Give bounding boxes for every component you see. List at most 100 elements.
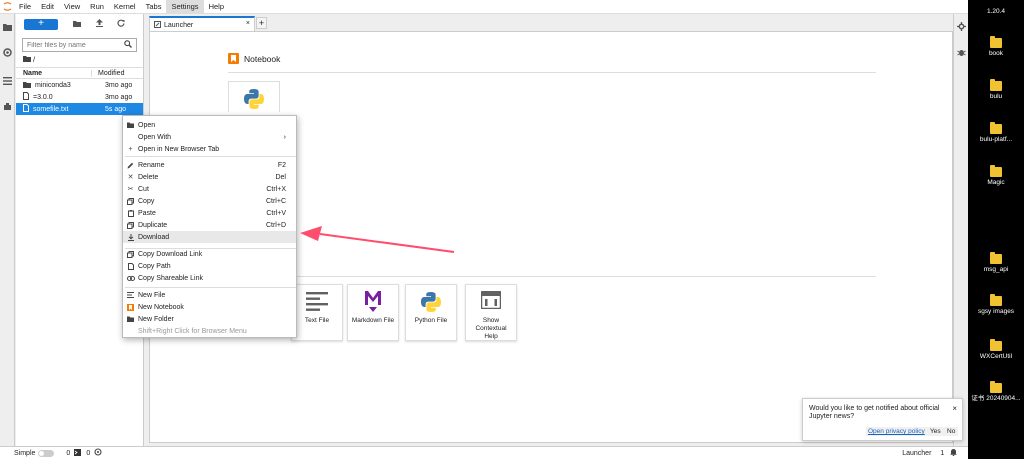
menu-item-open[interactable]: Open [123, 119, 296, 131]
jupyter-logo-icon [0, 0, 14, 14]
file-browser-toolbar: + [16, 14, 143, 34]
python-notebook-card[interactable] [228, 81, 280, 112]
menu-item-label: Open With [138, 133, 172, 141]
simple-mode-toggle[interactable] [38, 449, 55, 457]
menu-item-open-with[interactable]: Open With › [123, 131, 296, 143]
copy-icon [123, 197, 138, 205]
menu-item-rename[interactable]: Rename F2 [123, 159, 296, 171]
bell-icon[interactable] [950, 448, 958, 458]
folder-icon[interactable] [3, 22, 12, 31]
menu-item-new-file[interactable]: New File [123, 289, 296, 301]
column-name[interactable]: Name [16, 70, 91, 77]
tab-close-icon[interactable]: × [246, 20, 250, 27]
tab-label: Launcher [164, 21, 194, 29]
extension-icon[interactable] [3, 102, 12, 111]
desktop-icon-bulu-platf[interactable]: bulu-platf... [968, 122, 1024, 143]
menu-item-duplicate[interactable]: Duplicate Ctrl+D [123, 219, 296, 231]
terminal-icon [74, 448, 82, 458]
folder-icon [990, 252, 1002, 264]
settings-icon[interactable] [94, 448, 102, 458]
menu-tabs[interactable]: Tabs [141, 0, 167, 14]
debugger-icon[interactable] [957, 48, 966, 59]
upload-icon[interactable] [88, 19, 110, 29]
desktop-icon-label: bulu-platf... [979, 136, 1013, 143]
file-row-somefile[interactable]: somefile.txt 5s ago [16, 103, 143, 115]
notification-message: Would you like to get notified about off… [809, 405, 940, 420]
menu-item-copy-shareable-link[interactable]: Copy Shareable Link [123, 272, 296, 284]
desktop-icon-certificate[interactable]: 证书 20240904... [968, 381, 1024, 402]
plus-icon: + [128, 145, 133, 153]
card-label: Markdown File [351, 317, 395, 324]
text-file-card[interactable]: Text File [291, 284, 343, 341]
new-launcher-button[interactable]: + [24, 18, 58, 30]
menu-item-delete[interactable]: ✕ Delete Del [123, 171, 296, 183]
desktop-icon-magic[interactable]: Magic [968, 165, 1024, 186]
menu-item-open-new-tab[interactable]: + Open in New Browser Tab [123, 143, 296, 155]
close-icon: ✕ [127, 174, 134, 181]
folder-icon [990, 79, 1002, 91]
close-icon[interactable]: × [952, 404, 957, 413]
folder-icon [123, 122, 138, 128]
menu-edit[interactable]: Edit [36, 0, 59, 14]
menu-item-label: Rename [138, 161, 165, 169]
menu-help[interactable]: Help [204, 0, 229, 14]
python-logo-icon [406, 291, 456, 313]
folder-icon [123, 316, 138, 322]
menu-item-label: Copy Download Link [138, 250, 203, 258]
file-row-miniconda3[interactable]: miniconda3 3mo ago [16, 79, 143, 91]
menu-item-new-folder[interactable]: New Folder [123, 313, 296, 325]
menu-item-download[interactable]: Download [123, 231, 296, 243]
annotation-arrow [300, 226, 455, 253]
file-row-3-0-0[interactable]: =3.0.0 3mo ago [16, 91, 143, 103]
menu-item-paste[interactable]: Paste Ctrl+V [123, 207, 296, 219]
desktop-icon-msg-api[interactable]: msg_api [968, 252, 1024, 273]
menu-separator [125, 156, 296, 157]
new-folder-icon[interactable] [66, 20, 88, 29]
desktop-icon-version[interactable]: 1.20.4 [968, 8, 1024, 15]
yes-button[interactable]: Yes [927, 427, 944, 436]
menu-item-cut[interactable]: ✂ Cut Ctrl+X [123, 183, 296, 195]
desktop-icon-wxcertutil[interactable]: WXCertUtil [968, 339, 1024, 360]
status-bar: Simple 0 0 Launcher 1 [0, 446, 968, 459]
desktop-icon-book[interactable]: book [968, 36, 1024, 57]
menu-item-copy-path[interactable]: Copy Path [123, 260, 296, 272]
menu-file[interactable]: File [14, 0, 36, 14]
markdown-icon [348, 291, 398, 313]
refresh-icon[interactable] [110, 19, 132, 29]
menu-item-copy[interactable]: Copy Ctrl+C [123, 195, 296, 207]
running-icon[interactable] [3, 48, 12, 57]
text-file-icon [123, 292, 138, 298]
python-file-card[interactable]: Python File [405, 284, 457, 341]
menu-item-shortcut: Ctrl+D [265, 221, 286, 229]
desktop-icon-label: 证书 20240904... [971, 395, 1021, 402]
menu-settings[interactable]: Settings [166, 0, 204, 14]
menu-kernel[interactable]: Kernel [109, 0, 141, 14]
property-inspector-icon[interactable] [957, 22, 966, 33]
breadcrumb[interactable]: / [16, 52, 143, 66]
add-tab-button[interactable]: + [256, 17, 267, 29]
tab-launcher[interactable]: Launcher × [149, 16, 255, 32]
contextual-help-card[interactable]: Show Contextual Help [465, 284, 517, 341]
menu-run[interactable]: Run [85, 0, 109, 14]
folder-icon [990, 294, 1002, 306]
column-modified[interactable]: Modified [91, 69, 143, 77]
desktop-icon-sgsy-images[interactable]: sgsy images [968, 294, 1024, 315]
privacy-policy-link[interactable]: Open privacy policy [866, 427, 927, 436]
toc-icon[interactable] [3, 76, 12, 85]
card-label: Python File [414, 317, 448, 324]
file-filter-field[interactable] [22, 38, 137, 52]
menu-item-copy-download-link[interactable]: Copy Download Link [123, 248, 296, 260]
menu-item-label: New Notebook [138, 303, 184, 311]
markdown-file-card[interactable]: Markdown File [347, 284, 399, 341]
simple-mode-label: Simple [14, 449, 36, 457]
search-input[interactable] [27, 41, 117, 49]
no-button[interactable]: No [944, 427, 959, 436]
section-divider [228, 276, 876, 277]
breadcrumb-root[interactable]: / [33, 55, 35, 64]
file-icon [23, 92, 29, 102]
desktop-icon-bulu[interactable]: bulu [968, 79, 1024, 100]
menu-view[interactable]: View [59, 0, 85, 14]
menu-item-new-notebook[interactable]: New Notebook [123, 301, 296, 313]
menu-item-label: Cut [138, 185, 149, 193]
menu-item-label: New File [138, 291, 166, 299]
